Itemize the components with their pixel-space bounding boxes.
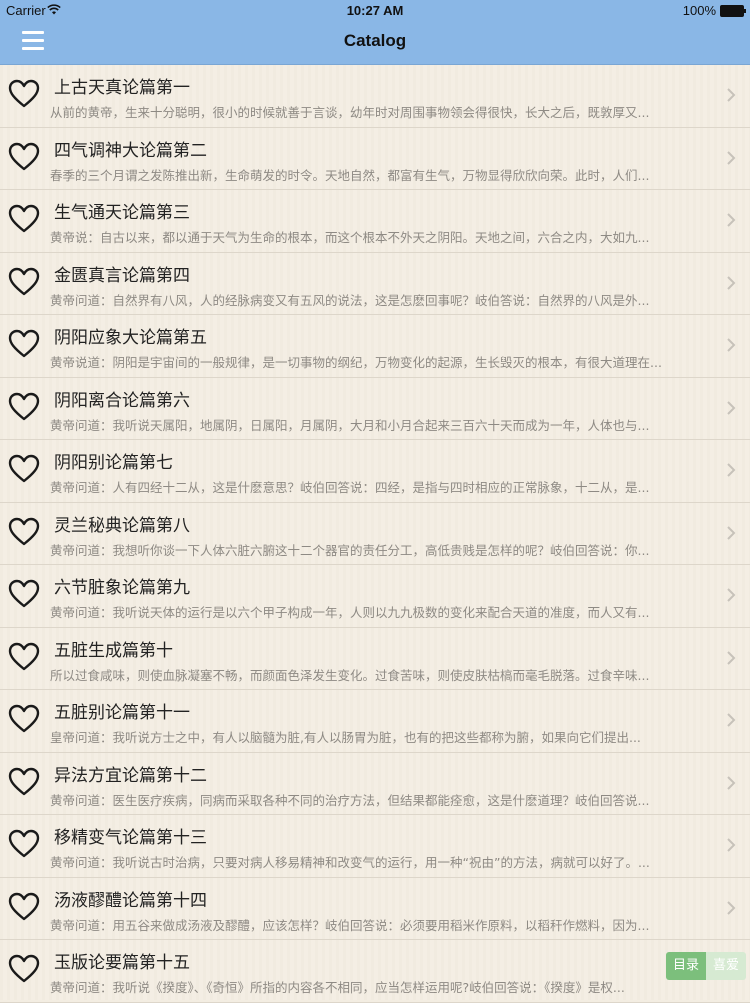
chapter-title: 生气通天论篇第三 <box>54 203 190 223</box>
chapter-summary: 所以过食咸味，则使血脉凝塞不畅，而颜面色泽发生变化。过食苦味，则使皮肤枯槁而毫毛… <box>50 667 650 683</box>
chapter-summary: 黄帝问道：我听说天体的运行是以六个甲子构成一年，人则以九九极数的变化来配合天道的… <box>50 605 650 620</box>
chapter-summary: 黄帝问道：医生医疗疾病，同病而采取各种不同的治疗方法，但结果都能痊愈，这是什麽道… <box>50 792 650 808</box>
chapter-row[interactable]: 阴阳别论篇第七黄帝问道：人有四经十二从，这是什麽意思？岐伯回答说：四经，是指与四… <box>0 440 750 503</box>
chevron-right-icon <box>726 525 736 541</box>
chapter-title: 阴阳应象大论篇第五 <box>54 328 207 348</box>
chapter-row[interactable]: 阴阳离合论篇第六黄帝问道：我听说天属阳，地属阴，日属阳，月属阴，大月和小月合起来… <box>0 378 750 440</box>
chapter-row[interactable]: 上古天真论篇第一从前的黄帝，生来十分聪明，很小的时候就善于言谈，幼年时对周围事物… <box>0 65 750 128</box>
heart-outline-icon[interactable] <box>8 642 40 672</box>
chapter-summary: 黄帝问道：我想听你谈一下人体六脏六腑这十二个器官的责任分工，高低贵贱是怎样的呢？… <box>50 542 650 558</box>
chapter-row[interactable]: 移精变气论篇第十三黄帝问道：我听说古时治病，只要对病人移易精神和改变气的运行，用… <box>0 815 750 878</box>
status-bar: Carrier 10:27 AM 100% <box>0 0 750 20</box>
chapter-title: 移精变气论篇第十三 <box>54 828 207 848</box>
heart-outline-icon[interactable] <box>8 204 40 234</box>
battery-percent: 100% <box>682 3 716 18</box>
chapter-list[interactable]: 上古天真论篇第一从前的黄帝，生来十分聪明，很小的时候就善于言谈，幼年时对周围事物… <box>0 65 750 1003</box>
heart-outline-icon[interactable] <box>8 142 40 172</box>
chapter-row[interactable]: 汤液醪醴论篇第十四黄帝问道：用五谷来做成汤液及醪醴，应该怎样？岐伯回答说：必须要… <box>0 878 750 940</box>
chapter-row[interactable]: 阴阳应象大论篇第五黄帝说道：阴阳是宇宙间的一般规律，是一切事物的纲纪，万物变化的… <box>0 315 750 378</box>
chapter-summary: 黄帝问道：我听说天属阳，地属阴，日属阳，月属阴，大月和小月合起来三百六十天而成为… <box>50 417 650 433</box>
heart-outline-icon[interactable] <box>8 704 40 734</box>
heart-outline-icon[interactable] <box>8 829 40 859</box>
chapter-title: 五脏生成篇第十 <box>54 640 173 661</box>
chapter-summary: 皇帝问道：我听说方士之中，有人以脑髓为脏,有人以肠胃为脏，也有的把这些都称为腑，… <box>50 730 641 745</box>
chapter-title: 四气调神大论篇第二 <box>54 140 207 161</box>
chapter-summary: 黄帝问道：我听说《揆度》、《奇恒》所指的内容各不相同，应当怎样运用呢?岐伯回答说… <box>50 980 625 995</box>
chapter-row[interactable]: 玉版论要篇第十五黄帝问道：我听说《揆度》、《奇恒》所指的内容各不相同，应当怎样运… <box>0 940 750 1003</box>
chevron-right-icon <box>726 337 736 353</box>
chevron-right-icon <box>726 900 736 916</box>
heart-outline-icon[interactable] <box>8 767 40 797</box>
chapter-title: 汤液醪醴论篇第十四 <box>54 890 207 911</box>
chapter-summary: 黄帝问道：自然界有八风，人的经脉病变又有五风的说法，这是怎麽回事呢？岐伯答说：自… <box>50 292 650 308</box>
chapter-row[interactable]: 六节脏象论篇第九黄帝问道：我听说天体的运行是以六个甲子构成一年，人则以九九极数的… <box>0 565 750 628</box>
page-title: Catalog <box>343 31 407 50</box>
chapter-title: 玉版论要篇第十五 <box>54 953 190 973</box>
battery-icon <box>720 5 746 17</box>
chapter-title: 阴阳别论篇第七 <box>54 453 173 473</box>
heart-outline-icon[interactable] <box>8 579 40 609</box>
clock: 10:27 AM <box>346 3 404 18</box>
tab-favorites[interactable]: 喜爱 <box>705 952 746 980</box>
chapter-row[interactable]: 异法方宜论篇第十二黄帝问道：医生医疗疾病，同病而采取各种不同的治疗方法，但结果都… <box>0 753 750 815</box>
chapter-summary: 从前的黄帝，生来十分聪明，很小的时候就善于言谈，幼年时对周围事物领会得很快，长大… <box>50 105 650 120</box>
chapter-row[interactable]: 金匮真言论篇第四黄帝问道：自然界有八风，人的经脉病变又有五风的说法，这是怎麽回事… <box>0 253 750 315</box>
chevron-right-icon <box>726 87 736 103</box>
chapter-summary: 黄帝问道：我听说古时治病，只要对病人移易精神和改变气的运行，用一种“祝由”的方法… <box>50 855 650 870</box>
chapter-summary: 黄帝说：自古以来，都以通于天气为生命的根本，而这个根本不外天之阴阳。天地之间，六… <box>50 230 650 245</box>
chapter-row[interactable]: 灵兰秘典论篇第八黄帝问道：我想听你谈一下人体六脏六腑这十二个器官的责任分工，高低… <box>0 503 750 565</box>
chapter-title: 阴阳离合论篇第六 <box>54 390 190 411</box>
chevron-right-icon <box>726 712 736 728</box>
chapter-row[interactable]: 五脏别论篇第十一皇帝问道：我听说方士之中，有人以脑髓为脏,有人以肠胃为脏，也有的… <box>0 690 750 753</box>
chevron-right-icon <box>726 462 736 478</box>
chapter-summary: 黄帝说道：阴阳是宇宙间的一般规律，是一切事物的纲纪，万物变化的起源，生长毁灭的根… <box>50 355 662 370</box>
heart-outline-icon[interactable] <box>8 454 40 484</box>
chapter-title: 上古天真论篇第一 <box>54 78 190 98</box>
chevron-right-icon <box>726 400 736 416</box>
heart-outline-icon[interactable] <box>8 517 40 547</box>
chevron-right-icon <box>726 650 736 666</box>
tab-catalog[interactable]: 目录 <box>665 952 706 980</box>
chapter-row[interactable]: 五脏生成篇第十所以过食咸味，则使血脉凝塞不畅，而颜面色泽发生变化。过食苦味，则使… <box>0 628 750 690</box>
chapter-title: 五脏别论篇第十一 <box>54 703 190 723</box>
chevron-right-icon <box>726 837 736 853</box>
heart-outline-icon[interactable] <box>8 954 40 984</box>
heart-outline-icon[interactable] <box>8 892 40 922</box>
chapter-title: 金匮真言论篇第四 <box>54 265 190 286</box>
chevron-right-icon <box>726 150 736 166</box>
chapter-title: 六节脏象论篇第九 <box>54 578 190 598</box>
heart-outline-icon[interactable] <box>8 329 40 359</box>
chapter-row[interactable]: 四气调神大论篇第二春季的三个月谓之发陈推出新，生命萌发的时令。天地自然，都富有生… <box>0 128 750 190</box>
chevron-right-icon <box>726 587 736 603</box>
floating-tab-switcher: 目录 喜爱 <box>665 952 746 980</box>
heart-outline-icon[interactable] <box>8 267 40 297</box>
chapter-title: 异法方宜论篇第十二 <box>54 765 207 786</box>
chevron-right-icon <box>726 275 736 291</box>
chapter-summary: 黄帝问道：用五谷来做成汤液及醪醴，应该怎样？岐伯回答说：必须要用稻米作原料，以稻… <box>50 917 650 933</box>
navigation-bar: Catalog <box>0 20 750 65</box>
chapter-title: 灵兰秘典论篇第八 <box>54 515 190 536</box>
chevron-right-icon <box>726 775 736 791</box>
chevron-right-icon <box>726 212 736 228</box>
chapter-row[interactable]: 生气通天论篇第三黄帝说：自古以来，都以通于天气为生命的根本，而这个根本不外天之阴… <box>0 190 750 253</box>
heart-outline-icon[interactable] <box>8 79 40 109</box>
chapter-summary: 黄帝问道：人有四经十二从，这是什麽意思？岐伯回答说：四经，是指与四时相应的正常脉… <box>50 480 650 495</box>
heart-outline-icon[interactable] <box>8 392 40 422</box>
chapter-summary: 春季的三个月谓之发陈推出新，生命萌发的时令。天地自然，都富有生气，万物显得欣欣向… <box>50 167 650 183</box>
